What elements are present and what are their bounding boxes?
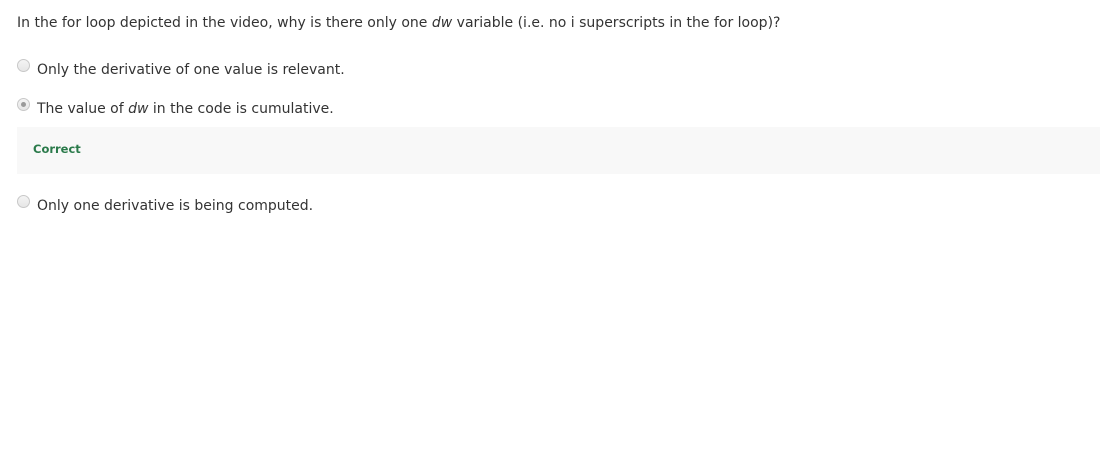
- option-2-radio[interactable]: [17, 98, 30, 111]
- option-2-label-after: in the code is cumulative.: [148, 101, 334, 117]
- option-2-label-before: The value of: [37, 101, 129, 117]
- option-2-label[interactable]: The value of dw in the code is cumulativ…: [37, 100, 334, 118]
- question-text-before: In the for loop depicted in the video, w…: [17, 15, 432, 31]
- option-1-radio[interactable]: [17, 59, 30, 72]
- question-text-after: variable (i.e. no i superscripts in the …: [452, 15, 781, 31]
- option-3-radio[interactable]: [17, 195, 30, 208]
- option-3-label[interactable]: Only one derivative is being computed.: [37, 197, 313, 215]
- feedback-panel: Correct: [17, 127, 1100, 174]
- option-1-label[interactable]: Only the derivative of one value is rele…: [37, 61, 345, 79]
- feedback-correct-label: Correct: [33, 142, 81, 156]
- question-text: In the for loop depicted in the video, w…: [17, 14, 780, 32]
- option-2-label-math: dw: [128, 101, 149, 117]
- question-math-dw: dw: [431, 15, 453, 31]
